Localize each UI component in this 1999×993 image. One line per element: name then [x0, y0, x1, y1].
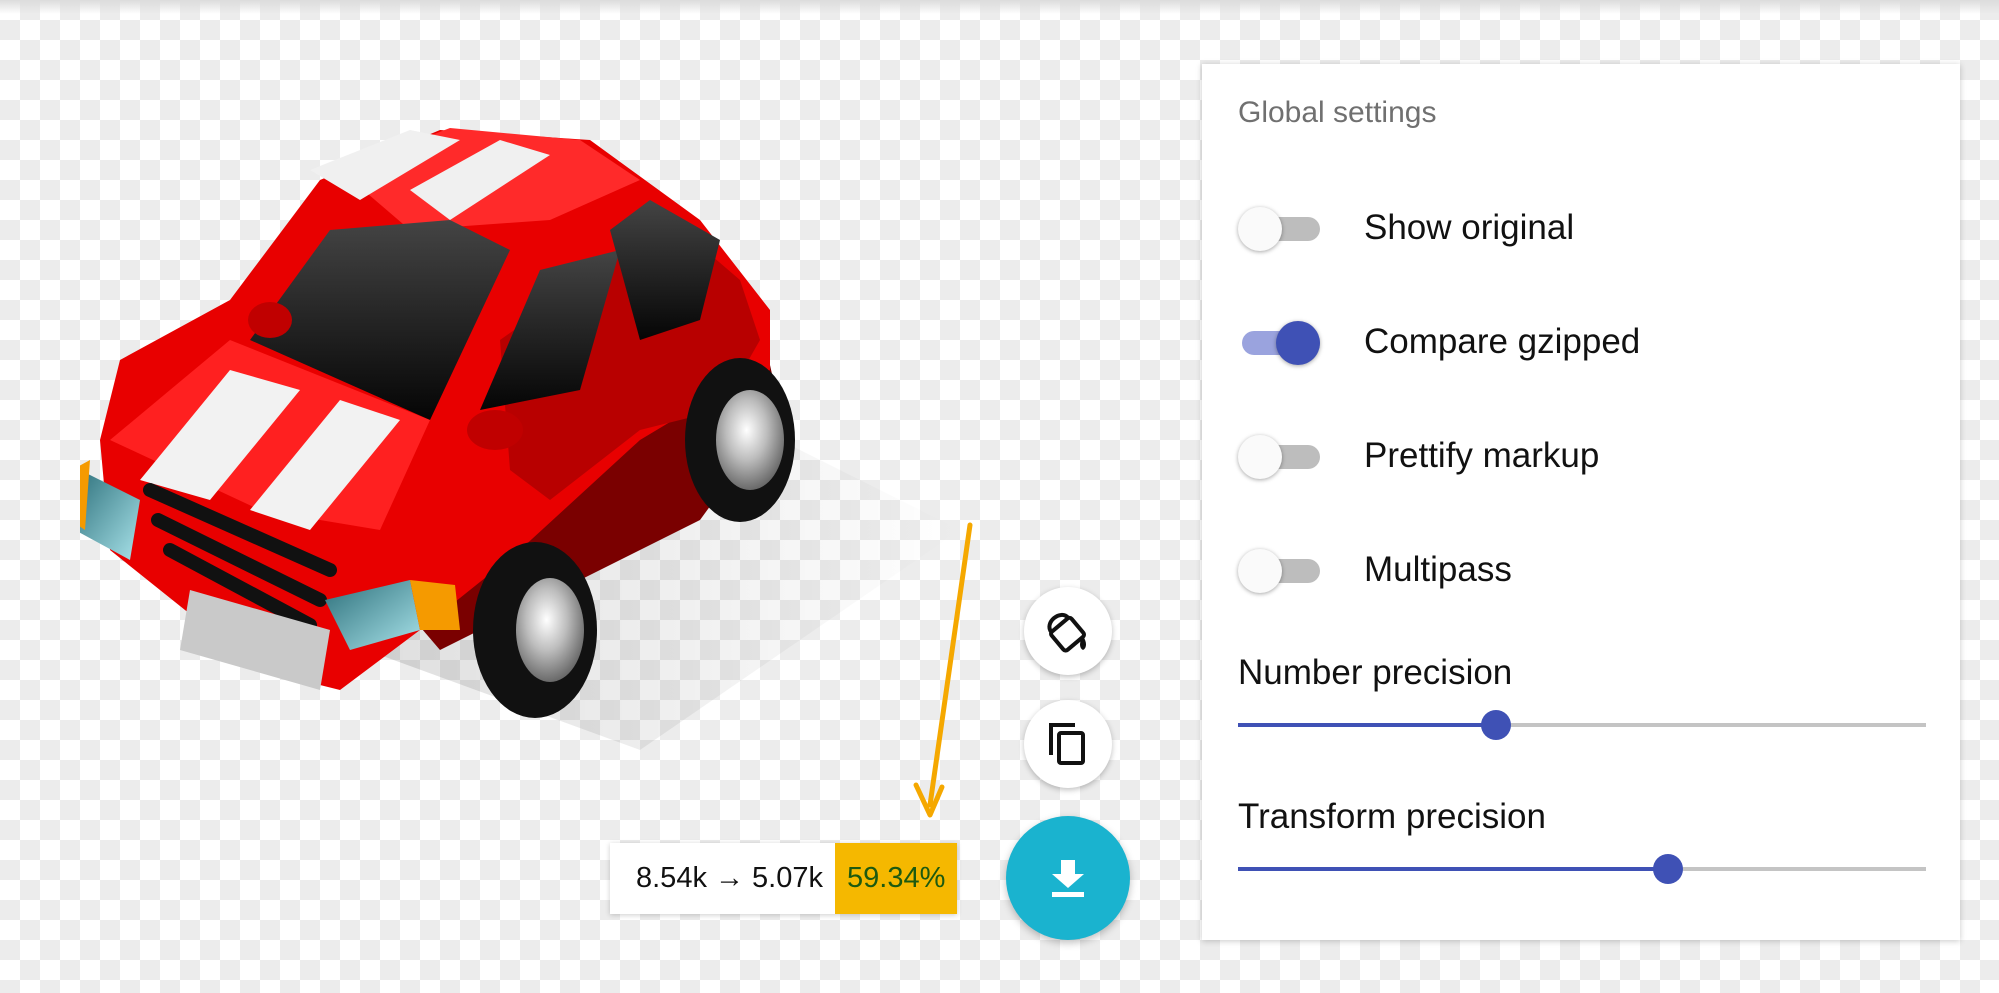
left-mirror [248, 302, 292, 338]
right-mirror [467, 410, 523, 450]
background-toggle-button[interactable] [1024, 587, 1112, 675]
rear-wheel [685, 358, 795, 522]
slider-thumb[interactable] [1481, 710, 1511, 740]
savings-percent-badge: 59.34% [835, 843, 958, 914]
toggle-label: Compare gzipped [1364, 322, 1641, 361]
download-button[interactable] [1006, 816, 1130, 940]
toggle-label: Multipass [1364, 550, 1512, 589]
slider-thumb[interactable] [1653, 854, 1683, 884]
slider-fill [1238, 723, 1496, 727]
compare-gzipped-toggle[interactable] [1238, 320, 1320, 365]
toggle-row-multipass[interactable]: Multipass [1238, 540, 1512, 600]
number-precision-label: Number precision [1238, 653, 1513, 692]
transform-precision-label: Transform precision [1238, 797, 1546, 836]
toggle-row-compare-gzipped[interactable]: Compare gzipped [1238, 312, 1640, 372]
copy-button[interactable] [1024, 700, 1112, 788]
size-comparison: 8.54k → 5.07k [636, 862, 823, 894]
toggle-knob[interactable] [1238, 435, 1282, 479]
toggle-knob[interactable] [1276, 321, 1320, 365]
paint-bucket-icon [1047, 612, 1086, 653]
prettify-markup-toggle[interactable] [1238, 434, 1320, 479]
toggle-label: Prettify markup [1364, 436, 1600, 475]
toggle-row-prettify-markup[interactable]: Prettify markup [1238, 426, 1599, 486]
multipass-toggle[interactable] [1238, 548, 1320, 593]
download-icon [1052, 860, 1084, 897]
car-preview-image [80, 128, 960, 750]
copy-icon [1049, 723, 1085, 765]
panel-title: Global settings [1238, 96, 1437, 129]
slider-fill [1238, 867, 1668, 871]
toggle-row-show-original[interactable]: Show original [1238, 198, 1574, 258]
toggle-label: Show original [1364, 208, 1575, 247]
toggle-knob[interactable] [1238, 549, 1282, 593]
show-original-toggle[interactable] [1238, 206, 1320, 251]
size-result: 8.54k → 5.07k 59.34% [610, 843, 958, 914]
front-wheel [473, 542, 597, 718]
annotation-arrow [913, 522, 973, 818]
transform-precision-slider[interactable] [1238, 854, 1926, 884]
number-precision-slider[interactable] [1238, 710, 1926, 740]
global-settings-panel: Global settings Show original Compare gz… [1202, 64, 1960, 940]
top-shadow [0, 0, 1999, 14]
toggle-knob[interactable] [1238, 207, 1282, 251]
